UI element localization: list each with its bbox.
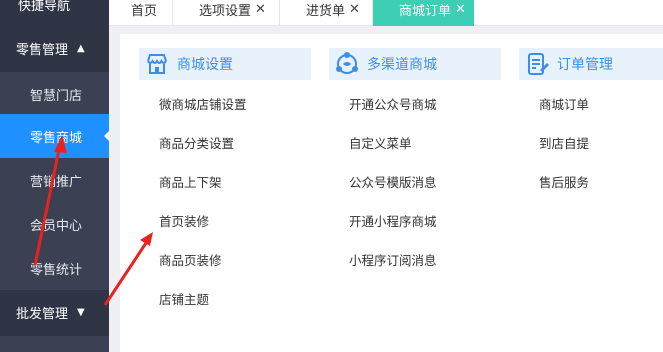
- close-icon[interactable]: ✕: [255, 2, 266, 17]
- tab-label: 进货单: [306, 3, 346, 19]
- sidebar-item-retail-stats[interactable]: 零售统计: [0, 246, 109, 290]
- menu-item-category-settings[interactable]: 商品分类设置: [159, 123, 311, 162]
- caret-up-icon: ▲: [77, 42, 85, 54]
- menu-item-custom-menu[interactable]: 自定义菜单: [349, 123, 501, 162]
- menu-column-mall-settings: 商城设置 微商城店铺设置 商品分类设置 商品上下架 首页装修 商品页装修 店铺主…: [139, 48, 311, 318]
- sidebar-item-label: 零售商城: [30, 130, 83, 146]
- menu-item-template-messages[interactable]: 公众号模版消息: [349, 162, 501, 201]
- tab-home[interactable]: 首页: [109, 0, 173, 26]
- column-header: 多渠道商城: [329, 48, 501, 80]
- column-title: 商城设置: [177, 57, 233, 73]
- menu-item-store-pickup[interactable]: 到店自提: [539, 123, 663, 162]
- menu-item-product-page-decoration[interactable]: 商品页装修: [159, 240, 311, 279]
- sidebar-group-label: 批发管理: [16, 306, 69, 322]
- sidebar-item-partial[interactable]: [0, 336, 109, 352]
- menu-column-order-management: 订单管理 商城订单 到店自提 售后服务: [519, 48, 663, 201]
- column-items: 微商城店铺设置 商品分类设置 商品上下架 首页装修 商品页装修 店铺主题: [139, 84, 311, 318]
- tab-label: 商城订单: [399, 3, 452, 19]
- menu-item-store-theme[interactable]: 店铺主题: [159, 279, 311, 318]
- menu-panel: 商城设置 微商城店铺设置 商品分类设置 商品上下架 首页装修 商品页装修 店铺主…: [120, 34, 663, 352]
- sidebar: 快捷导航 零售管理 ▲ 智慧门店 零售商城 营销推广 会员中心 零售统计 批发管…: [0, 0, 110, 352]
- menu-item-homepage-decoration[interactable]: 首页装修: [159, 201, 311, 240]
- order-icon: [528, 53, 549, 75]
- menu-item-after-sales[interactable]: 售后服务: [539, 162, 663, 201]
- close-icon[interactable]: ✕: [455, 2, 466, 17]
- menu-item-open-official-account-mall[interactable]: 开通公众号商城: [349, 84, 501, 123]
- column-title: 订单管理: [557, 57, 613, 73]
- sidebar-item-label: 营销推广: [30, 174, 83, 190]
- sidebar-item-label: 智慧门店: [30, 88, 83, 104]
- sidebar-quick-nav[interactable]: 快捷导航: [0, 0, 109, 20]
- column-header: 订单管理: [519, 48, 663, 80]
- tab-options[interactable]: 选项设置 ✕: [173, 0, 280, 26]
- sidebar-item-member-center[interactable]: 会员中心: [0, 202, 109, 246]
- menu-item-store-settings[interactable]: 微商城店铺设置: [159, 84, 311, 123]
- tab-label: 首页: [131, 3, 158, 19]
- sidebar-item-label: 会员中心: [30, 218, 83, 234]
- close-icon[interactable]: ✕: [349, 2, 360, 17]
- menu-item-mini-program-subscription[interactable]: 小程序订阅消息: [349, 240, 501, 279]
- shop-icon: [147, 54, 167, 74]
- tab-label: 选项设置: [199, 3, 252, 19]
- column-title: 多渠道商城: [367, 57, 437, 73]
- sidebar-group-label: 零售管理: [16, 42, 69, 58]
- sidebar-item-label: 零售统计: [30, 262, 83, 278]
- sidebar-item-smart-store[interactable]: 智慧门店: [0, 72, 109, 116]
- menu-item-open-mini-program-mall[interactable]: 开通小程序商城: [349, 201, 501, 240]
- sidebar-quick-nav-label: 快捷导航: [18, 0, 71, 14]
- sidebar-item-retail-mall[interactable]: 零售商城: [0, 114, 110, 158]
- sidebar-group-wholesale[interactable]: 批发管理 ▼: [0, 290, 109, 334]
- menu-item-mall-orders[interactable]: 商城订单: [539, 84, 663, 123]
- multichannel-icon: [336, 52, 358, 74]
- tab-purchase-order[interactable]: 进货单 ✕: [280, 0, 373, 26]
- tab-bar: 首页 选项设置 ✕ 进货单 ✕ 商城订单 ✕: [109, 0, 663, 26]
- sidebar-group-retail[interactable]: 零售管理 ▲: [0, 26, 109, 70]
- menu-item-product-listing[interactable]: 商品上下架: [159, 162, 311, 201]
- sidebar-item-marketing[interactable]: 营销推广: [0, 158, 109, 202]
- caret-down-icon: ▼: [77, 306, 85, 318]
- tab-mall-orders[interactable]: 商城订单 ✕: [373, 0, 474, 26]
- column-header: 商城设置: [139, 48, 311, 80]
- main-area: 商城设置 微商城店铺设置 商品分类设置 商品上下架 首页装修 商品页装修 店铺主…: [109, 26, 663, 352]
- column-items: 商城订单 到店自提 售后服务: [519, 84, 663, 201]
- menu-column-multichannel: 多渠道商城 开通公众号商城 自定义菜单 公众号模版消息 开通小程序商城 小程序订…: [329, 48, 501, 279]
- column-items: 开通公众号商城 自定义菜单 公众号模版消息 开通小程序商城 小程序订阅消息: [329, 84, 501, 279]
